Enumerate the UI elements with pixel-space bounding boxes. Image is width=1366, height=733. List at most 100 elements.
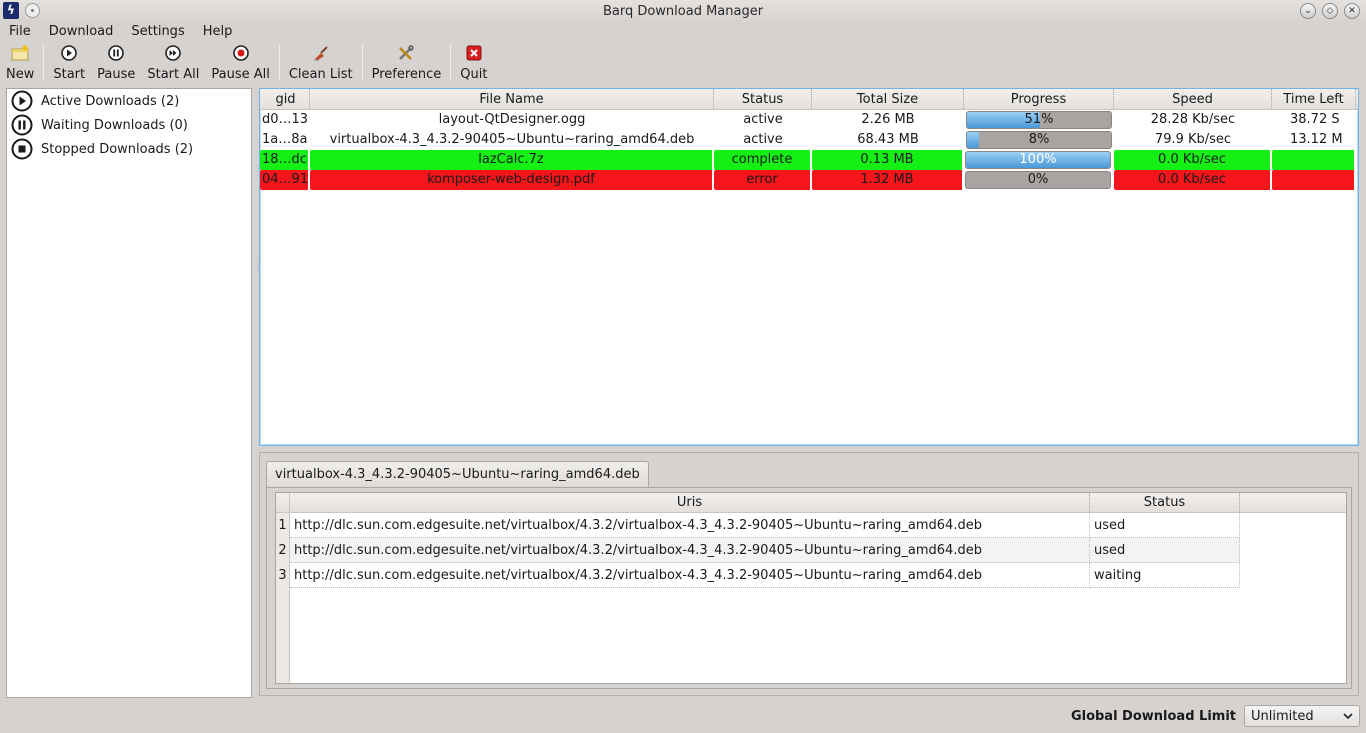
table-corner[interactable] <box>276 493 290 512</box>
menu-bar: File Download Settings Help <box>0 22 241 42</box>
new-button[interactable]: New <box>0 42 40 82</box>
download-categories-panel: Active Downloads (2) Waiting Downloads (… <box>6 88 252 698</box>
cell-total-size: 1.32 MB <box>812 170 964 190</box>
column-header-total-size[interactable]: Total Size <box>812 89 964 109</box>
new-download-icon <box>11 44 29 61</box>
cell-uri: http://dlc.sun.com.edgesuite.net/virtual… <box>290 513 1090 538</box>
column-header-uris[interactable]: Uris <box>290 493 1090 512</box>
row-number[interactable]: 3 <box>276 563 290 588</box>
vertical-splitter-handle[interactable]: ⋮ <box>254 262 262 272</box>
quit-button[interactable]: Quit <box>454 42 493 82</box>
progress-bar: 8% <box>966 131 1112 149</box>
pin-icon[interactable] <box>25 3 40 18</box>
table-row[interactable]: 18…dc lazCalc.7z complete 0.13 MB 100% 0… <box>260 150 1358 170</box>
table-row[interactable]: d0…13 layout-QtDesigner.ogg active 2.26 … <box>260 110 1358 130</box>
uris-table: Uris Status 1 http://dlc.sun.com.edgesui… <box>275 492 1347 684</box>
toolbar: New Start Pause Start All Pause All Clea… <box>0 42 493 84</box>
download-details-panel: virtualbox-4.3_4.3.2-90405~Ubuntu~raring… <box>259 452 1359 696</box>
cell-file-name: komposer-web-design.pdf <box>310 170 714 190</box>
downloads-table: gid File Name Status Total Size Progress… <box>259 88 1359 446</box>
column-header-progress[interactable]: Progress <box>964 89 1114 109</box>
cell-status: used <box>1090 538 1240 563</box>
cell-uri: http://dlc.sun.com.edgesuite.net/virtual… <box>290 538 1090 563</box>
play-icon <box>11 90 33 112</box>
toolbar-separator <box>450 44 452 80</box>
cell-file-name: lazCalc.7z <box>310 150 714 170</box>
global-download-limit-select[interactable]: Unlimited <box>1244 705 1360 727</box>
pause-all-button[interactable]: Pause All <box>205 42 275 82</box>
column-header-status[interactable]: Status <box>714 89 812 109</box>
fast-forward-icon <box>164 44 182 61</box>
cell-time-left: 38.72 S <box>1290 112 1340 127</box>
cell-file-name: virtualbox-4.3_4.3.2-90405~Ubuntu~raring… <box>329 132 695 147</box>
progress-text: 0% <box>1027 172 1049 187</box>
global-download-limit-label: Global Download Limit <box>1070 708 1236 724</box>
cell-gid: d0…13 <box>262 112 309 127</box>
row-header-filler <box>276 588 290 683</box>
cell-speed: 0.0 Kb/sec <box>1114 150 1272 170</box>
row-number[interactable]: 2 <box>276 538 290 563</box>
tab-content: Uris Status 1 http://dlc.sun.com.edgesui… <box>266 487 1352 689</box>
sidebar-item-active-downloads[interactable]: Active Downloads (2) <box>7 89 251 113</box>
progress-bar: 0% <box>965 171 1111 189</box>
column-header-speed[interactable]: Speed <box>1114 89 1272 109</box>
quit-icon <box>465 44 483 61</box>
pause-button[interactable]: Pause <box>91 42 141 82</box>
sidebar-item-label: Active Downloads (2) <box>41 93 180 109</box>
tools-icon <box>397 44 415 61</box>
tab-download-details[interactable]: virtualbox-4.3_4.3.2-90405~Ubuntu~raring… <box>266 461 649 487</box>
table-row[interactable]: 04…91 komposer-web-design.pdf error 1.32… <box>260 170 1358 190</box>
sidebar-item-label: Stopped Downloads (2) <box>41 141 194 157</box>
progress-bar: 100% <box>965 151 1111 169</box>
row-number[interactable]: 1 <box>276 513 290 538</box>
cell-status: error <box>714 170 812 190</box>
start-button[interactable]: Start <box>47 42 91 82</box>
cell-uri: http://dlc.sun.com.edgesuite.net/virtual… <box>290 563 1090 588</box>
cell-progress: 0% <box>964 170 1114 190</box>
sidebar-item-waiting-downloads[interactable]: Waiting Downloads (0) <box>7 113 251 137</box>
progress-text: 8% <box>1028 132 1050 147</box>
cell-speed: 0.0 Kb/sec <box>1114 170 1272 190</box>
menu-file[interactable]: File <box>0 22 40 42</box>
record-icon <box>232 44 250 61</box>
selected-limit-value: Unlimited <box>1251 708 1314 724</box>
minimize-button[interactable]: ⌄ <box>1300 3 1316 19</box>
toolbar-separator <box>278 44 280 80</box>
title-bar: ϟ Barq Download Manager ⌄ ◇ ✕ <box>0 0 1366 22</box>
cell-progress: 51% <box>964 110 1114 130</box>
cell-gid: 1a…8a <box>262 132 308 147</box>
menu-download[interactable]: Download <box>40 22 123 42</box>
table-row[interactable]: 1 http://dlc.sun.com.edgesuite.net/virtu… <box>276 513 1346 538</box>
cell-time-left: 13.12 M <box>1290 132 1343 147</box>
maximize-button[interactable]: ◇ <box>1322 3 1338 19</box>
cell-status: waiting <box>1090 563 1240 588</box>
menu-help[interactable]: Help <box>194 22 242 42</box>
column-header-gid[interactable]: gid <box>260 89 310 109</box>
start-all-button[interactable]: Start All <box>141 42 205 82</box>
status-bar: Global Download Limit Unlimited <box>1071 704 1360 728</box>
progress-text: 51% <box>1024 112 1054 127</box>
menu-settings[interactable]: Settings <box>122 22 193 42</box>
cell-time-left <box>1272 150 1356 170</box>
table-row[interactable]: 1a…8a virtualbox-4.3_4.3.2-90405~Ubuntu~… <box>260 130 1358 150</box>
window-title: Barq Download Manager <box>602 3 764 19</box>
play-icon <box>60 44 78 61</box>
preference-button[interactable]: Preference <box>366 42 448 82</box>
chevron-down-icon <box>1343 712 1353 719</box>
clean-list-button[interactable]: Clean List <box>283 42 359 82</box>
cell-progress: 100% <box>964 150 1114 170</box>
app-lightning-icon[interactable]: ϟ <box>3 2 19 19</box>
sidebar-item-stopped-downloads[interactable]: Stopped Downloads (2) <box>7 137 251 161</box>
column-header-file-name[interactable]: File Name <box>310 89 714 109</box>
close-button[interactable]: ✕ <box>1344 3 1360 19</box>
cell-status: active <box>743 132 783 147</box>
cell-gid: 18…dc <box>260 150 310 170</box>
table-row[interactable]: 3 http://dlc.sun.com.edgesuite.net/virtu… <box>276 563 1346 588</box>
toolbar-separator <box>361 44 363 80</box>
column-header-time-left[interactable]: Time Left <box>1272 89 1356 109</box>
cell-total-size: 68.43 MB <box>857 132 919 147</box>
table-row[interactable]: 2 http://dlc.sun.com.edgesuite.net/virtu… <box>276 538 1346 563</box>
stop-icon <box>11 138 33 160</box>
cell-total-size: 0.13 MB <box>812 150 964 170</box>
column-header-status[interactable]: Status <box>1090 493 1240 512</box>
